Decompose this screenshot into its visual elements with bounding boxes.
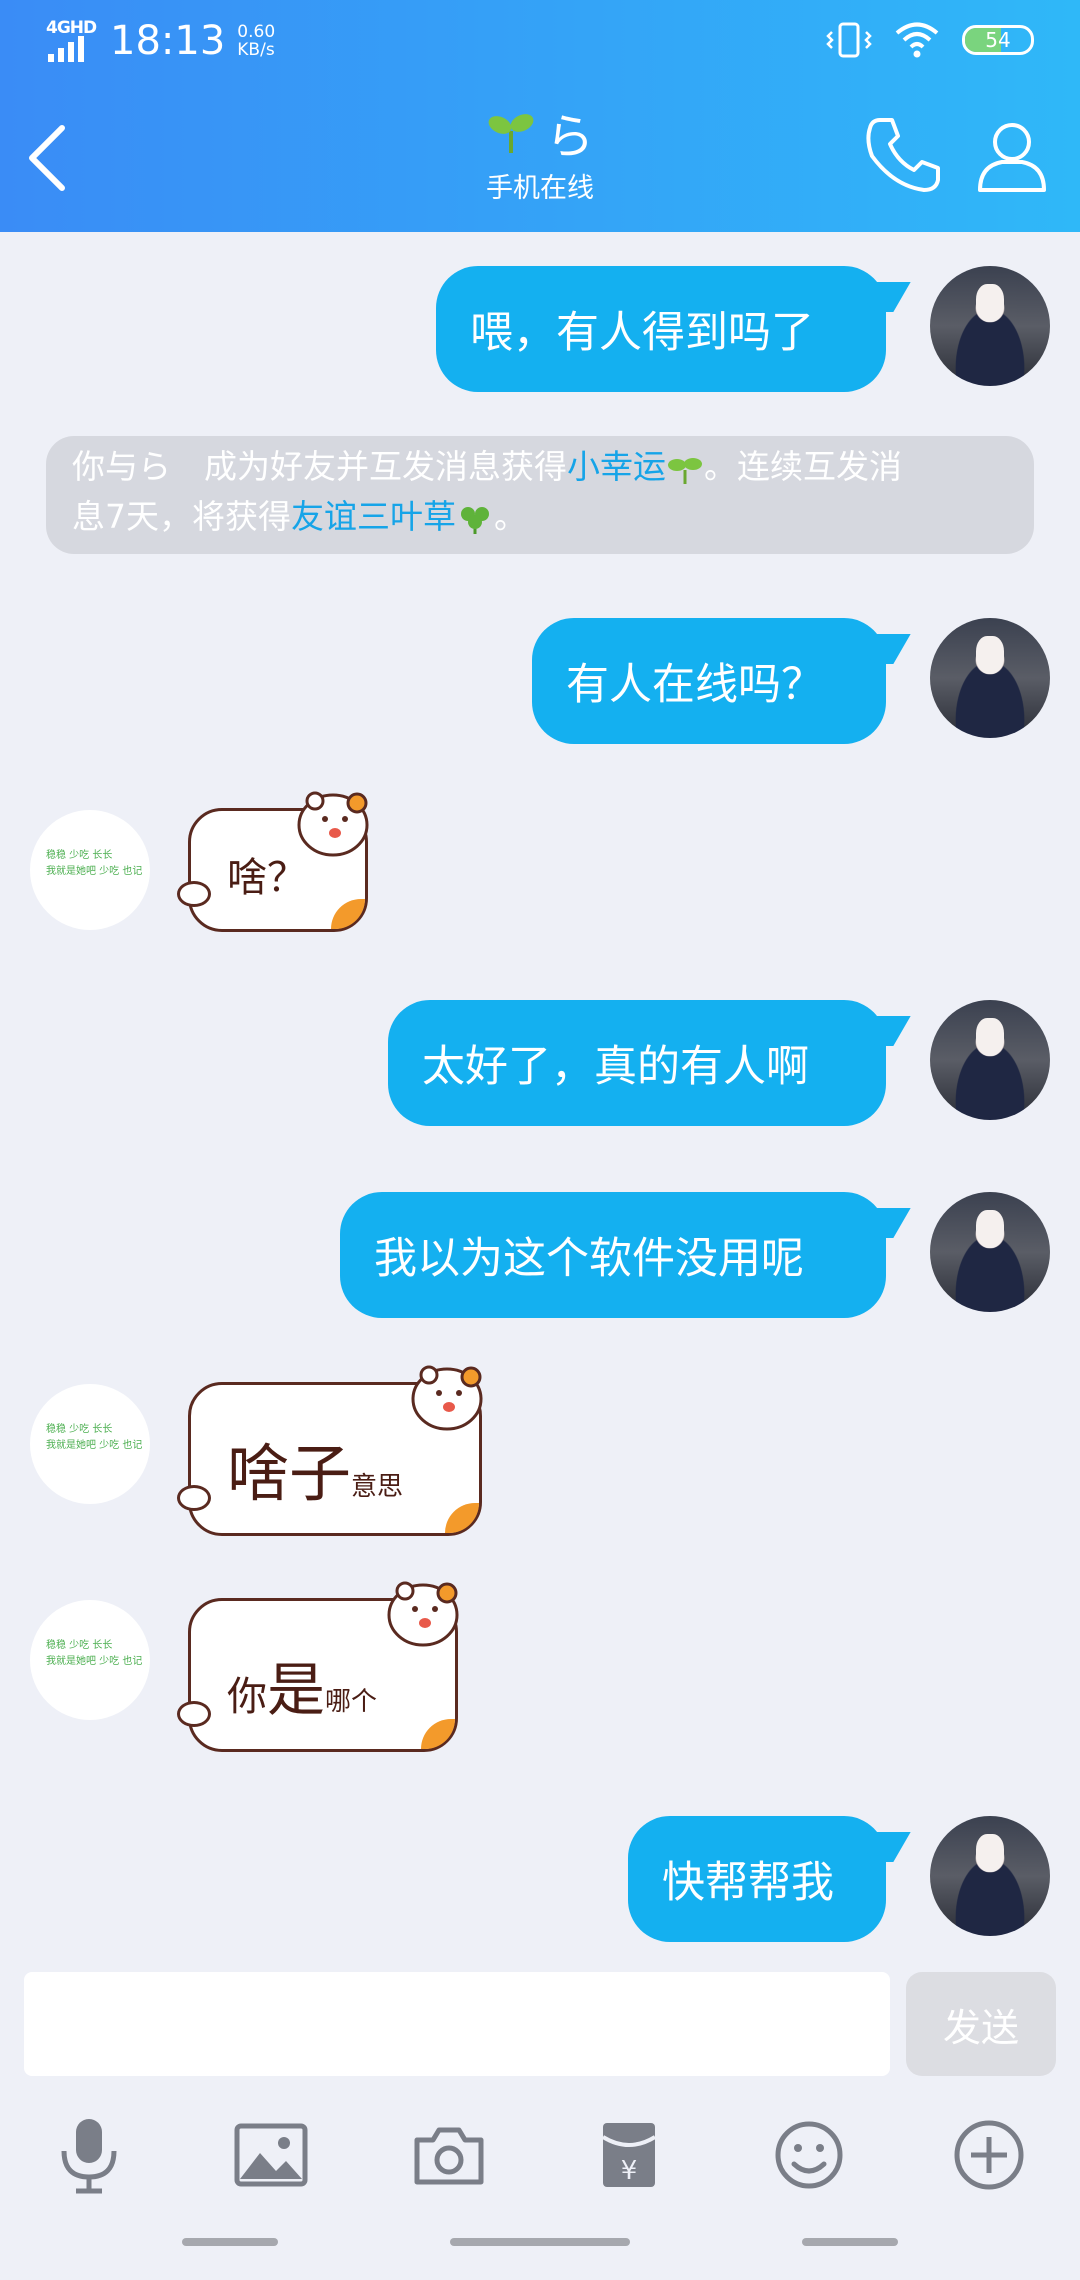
image-button[interactable] bbox=[226, 2110, 316, 2200]
message-bubble[interactable]: 有人在线吗？ bbox=[532, 618, 886, 744]
navigation-bar bbox=[0, 2238, 1080, 2248]
image-icon bbox=[234, 2123, 308, 2187]
sprout-icon bbox=[668, 457, 702, 484]
message-bubble[interactable]: 喂，有人得到吗了 bbox=[436, 266, 886, 392]
status-bar: 4GHD 18:13 0.60 KB/s 54 bbox=[0, 0, 1080, 80]
network-speed: 0.60 KB/s bbox=[237, 22, 276, 60]
hamster-sticker-icon bbox=[387, 1581, 459, 1647]
message-bubble[interactable]: 我以为这个软件没用呢 bbox=[340, 1192, 886, 1318]
self-avatar[interactable] bbox=[930, 1192, 1050, 1312]
friendship-notice: 你与ら 成为好友并互发消息获得小幸运 。连续互发消 息7天，将获得友谊三叶草。 bbox=[46, 436, 1034, 554]
self-avatar[interactable] bbox=[930, 1816, 1050, 1936]
battery-level: 54 bbox=[985, 28, 1011, 52]
sticker-message[interactable]: 你是哪个 bbox=[177, 1581, 459, 1752]
sticker-text: 你 bbox=[227, 1674, 267, 1720]
title-bar: ら 手机在线 bbox=[0, 80, 1080, 232]
message-bubble[interactable]: 太好了，真的有人啊 bbox=[388, 1000, 886, 1126]
clover-icon bbox=[461, 506, 489, 534]
battery-icon: 54 bbox=[962, 25, 1034, 55]
self-avatar[interactable] bbox=[930, 266, 1050, 386]
emoji-button[interactable] bbox=[764, 2110, 854, 2200]
clock: 18:13 bbox=[110, 18, 226, 64]
profile-icon[interactable] bbox=[972, 116, 1052, 196]
more-button[interactable] bbox=[944, 2110, 1034, 2200]
voice-button[interactable] bbox=[44, 2110, 134, 2200]
sticker-text-small: 哪个 bbox=[325, 1687, 378, 1717]
send-button[interactable]: 发送 bbox=[906, 1972, 1056, 2076]
plus-icon bbox=[954, 2120, 1024, 2190]
camera-icon bbox=[414, 2127, 484, 2185]
message-text: 太好了，真的有人啊 bbox=[422, 1042, 809, 1092]
phone-icon[interactable] bbox=[862, 114, 944, 196]
nav-back-gesture[interactable] bbox=[182, 2238, 278, 2246]
self-avatar[interactable] bbox=[930, 1000, 1050, 1120]
camera-button[interactable] bbox=[404, 2110, 494, 2200]
self-avatar[interactable] bbox=[930, 618, 1050, 738]
red-packet-icon: ¥ bbox=[601, 2123, 657, 2187]
svg-text:¥: ¥ bbox=[621, 2156, 638, 2186]
contact-name: ら bbox=[545, 109, 594, 165]
emoji-icon bbox=[775, 2121, 843, 2189]
chat-header: 4GHD 18:13 0.60 KB/s 54 ら 手机在线 bbox=[0, 0, 1080, 232]
message-text: 快帮帮我 bbox=[662, 1858, 834, 1908]
input-area: 发送 ¥ bbox=[0, 1960, 1080, 2280]
nav-recents-gesture[interactable] bbox=[802, 2238, 898, 2246]
contact-avatar[interactable]: 稳稳 少吃 长长 我就是她吧 少吃 也记 bbox=[30, 810, 150, 930]
message-text: 我以为这个软件没用呢 bbox=[374, 1234, 804, 1284]
message-bubble[interactable]: 快帮帮我 bbox=[628, 1816, 886, 1942]
hamster-sticker-icon bbox=[411, 1365, 483, 1431]
input-toolbar: ¥ bbox=[0, 2110, 1080, 2220]
contact-avatar[interactable]: 稳稳 少吃 长长 我就是她吧 少吃 也记 bbox=[30, 1600, 150, 1720]
sticker-text-big: 是 bbox=[267, 1656, 326, 1724]
message-text: 喂，有人得到吗了 bbox=[470, 308, 814, 358]
message-text: 有人在线吗？ bbox=[566, 660, 824, 710]
friendship-clover-link[interactable]: 友谊三叶草 bbox=[291, 497, 456, 536]
signal-icon: 4GHD bbox=[46, 18, 98, 62]
sticker-message[interactable]: 啥子意思 bbox=[177, 1365, 483, 1536]
wifi-icon bbox=[895, 22, 939, 58]
red-packet-button[interactable]: ¥ bbox=[584, 2110, 674, 2200]
sticker-text: 啥子 bbox=[227, 1437, 352, 1510]
sticker-message[interactable]: 啥？ bbox=[177, 791, 369, 932]
message-input[interactable] bbox=[24, 1972, 890, 2076]
little-luck-link[interactable]: 小幸运 bbox=[567, 447, 666, 486]
network-type: 4GHD bbox=[46, 18, 97, 38]
hamster-sticker-icon bbox=[297, 791, 369, 857]
contact-avatar[interactable]: 稳稳 少吃 长长 我就是她吧 少吃 也记 bbox=[30, 1384, 150, 1504]
nav-home-gesture[interactable] bbox=[450, 2238, 630, 2246]
sticker-text-small: 意思 bbox=[351, 1472, 404, 1502]
vibrate-icon bbox=[826, 22, 872, 58]
sprout-icon bbox=[488, 114, 534, 153]
microphone-icon bbox=[61, 2119, 117, 2194]
